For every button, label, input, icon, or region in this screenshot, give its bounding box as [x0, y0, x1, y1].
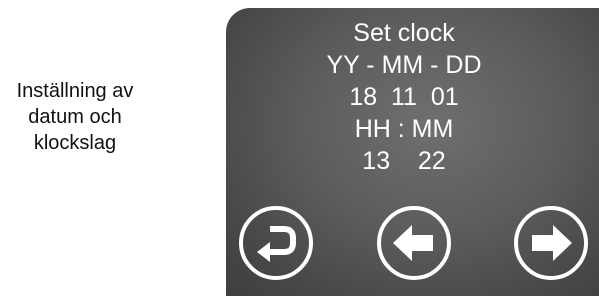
side-caption: Inställning av datum och klockslag — [0, 78, 150, 156]
clock-settings-panel: Set clock YY - MM - DD 18 11 01 HH : MM … — [226, 17, 582, 177]
time-value[interactable]: 13 22 — [226, 145, 582, 177]
screen-title: Set clock — [353, 19, 455, 47]
return-icon — [257, 226, 296, 262]
time-format-label: HH : MM — [354, 115, 454, 143]
back-button[interactable] — [239, 206, 313, 280]
arrow-right-icon — [532, 225, 572, 261]
caption-line-1: Inställning av — [16, 80, 134, 102]
arrow-left-icon — [393, 225, 433, 261]
date-format-label: YY - MM - DD — [326, 51, 482, 79]
previous-button[interactable] — [377, 206, 451, 280]
caption-line-2: datum och — [28, 106, 122, 128]
caption-line-3: klockslag — [33, 132, 117, 154]
date-value[interactable]: 18 11 01 — [226, 81, 582, 113]
device-screen: Set clock YY - MM - DD 18 11 01 HH : MM … — [226, 8, 599, 296]
next-button[interactable] — [514, 206, 588, 280]
